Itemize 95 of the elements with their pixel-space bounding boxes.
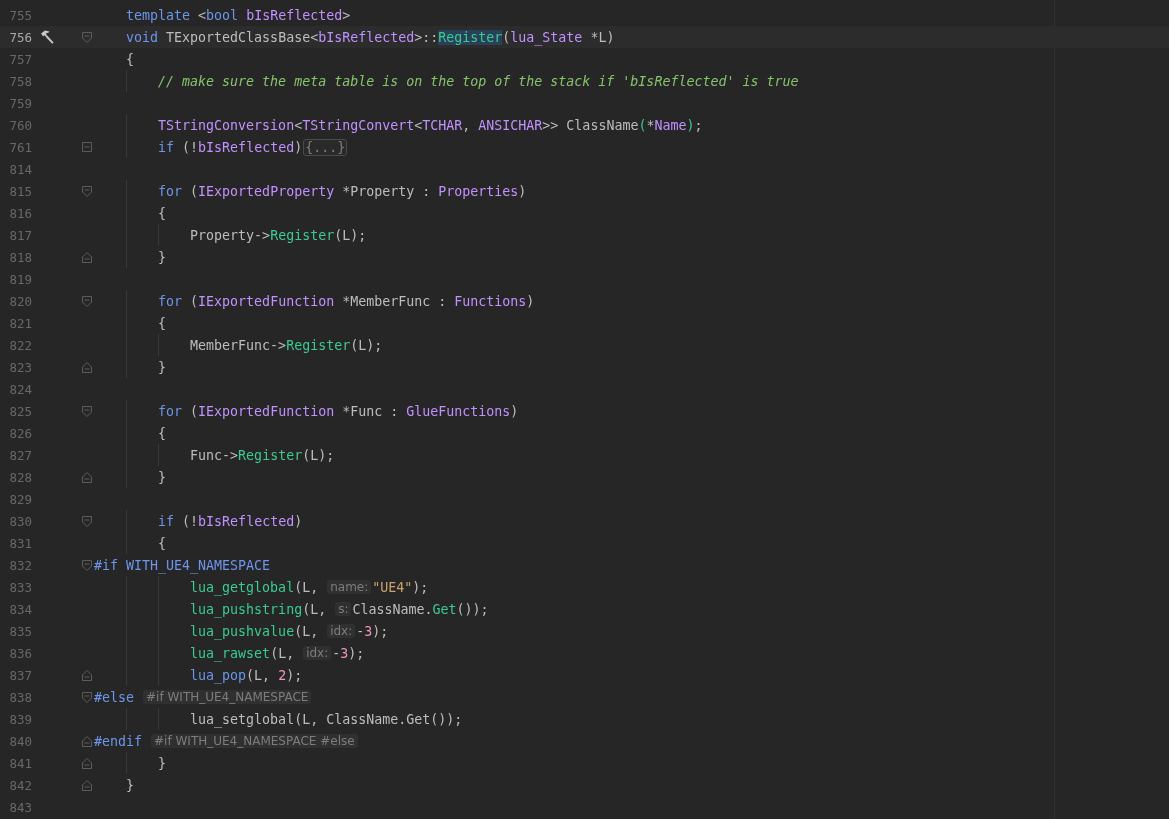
code-text: #else xyxy=(94,689,136,705)
code-text: { xyxy=(157,535,167,551)
code-text: } xyxy=(157,359,167,375)
line-number: 759 xyxy=(8,95,32,111)
expand-marker-icon[interactable] xyxy=(82,142,92,152)
line-number: 834 xyxy=(8,601,32,617)
line-number: 757 xyxy=(8,51,32,67)
code-text: lua_pushstring(L, xyxy=(189,601,328,617)
line-number: 837 xyxy=(8,667,32,683)
fold-marker-icon[interactable] xyxy=(82,185,92,197)
line-number: 822 xyxy=(8,337,32,353)
line-number: 833 xyxy=(8,579,32,595)
code-text: -3); xyxy=(332,645,365,661)
folded-code-badge[interactable]: {...} xyxy=(303,138,348,156)
line-number: 758 xyxy=(8,73,32,89)
line-number: 820 xyxy=(8,293,32,309)
code-text: { xyxy=(125,51,135,67)
code-text: lua_setglobal(L, ClassName.Get()); xyxy=(189,711,463,727)
code-text: if (!bIsReflected) xyxy=(157,139,303,155)
fold-marker-icon[interactable] xyxy=(82,471,92,483)
fold-marker-icon[interactable] xyxy=(82,361,92,373)
line-number: 821 xyxy=(8,315,32,331)
line-number: 814 xyxy=(8,161,32,177)
code-text: lua_pop(L, 2); xyxy=(189,667,303,683)
fold-marker-icon[interactable] xyxy=(82,669,92,681)
line-number: 818 xyxy=(8,249,32,265)
line-number: 816 xyxy=(8,205,32,221)
line-number: 761 xyxy=(8,139,32,155)
line-number: 827 xyxy=(8,447,32,463)
line-number: 838 xyxy=(8,689,32,705)
line-number: 836 xyxy=(8,645,32,661)
inlay-hint: name: xyxy=(327,580,372,594)
line-number: 828 xyxy=(8,469,32,485)
inlay-hint: #if WITH_UE4_NAMESPACE xyxy=(143,690,312,704)
fold-marker-icon[interactable] xyxy=(82,515,92,527)
code-text: template <bool bIsReflected> xyxy=(125,7,351,23)
code-text: } xyxy=(157,755,167,771)
line-number: 839 xyxy=(8,711,32,727)
code-text: ClassName.Get()); xyxy=(352,601,489,617)
hammer-icon[interactable] xyxy=(39,29,55,45)
inlay-hint: idx: xyxy=(327,624,356,638)
inlay-hint: s: xyxy=(335,602,352,616)
fold-marker-icon[interactable] xyxy=(82,735,92,747)
fold-marker-icon[interactable] xyxy=(82,251,92,263)
code-text: if (!bIsReflected) xyxy=(157,513,303,529)
code-text: { xyxy=(157,315,167,331)
inlay-hint: #if WITH_UE4_NAMESPACE #else xyxy=(151,734,358,748)
code-text: #endif xyxy=(94,733,144,749)
code-text: TStringConversion<TStringConvert<TCHAR, ANSICHAR>> ClassName(*Name); xyxy=(157,117,703,133)
line-number: 815 xyxy=(8,183,32,199)
code-text: { xyxy=(157,425,167,441)
line-number: 819 xyxy=(8,271,32,287)
line-number: 831 xyxy=(8,535,32,551)
line-number: 817 xyxy=(8,227,32,243)
line-number: 756 xyxy=(8,29,32,45)
code-text: } xyxy=(157,249,167,265)
line-number: 842 xyxy=(8,777,32,793)
code-text: Property->Register(L); xyxy=(189,227,367,243)
fold-marker-icon[interactable] xyxy=(82,757,92,769)
inlay-hint: idx: xyxy=(303,646,332,660)
line-number: 755 xyxy=(8,7,32,23)
fold-marker-icon[interactable] xyxy=(82,779,92,791)
line-number: 760 xyxy=(8,117,32,133)
code-text: lua_getglobal(L, xyxy=(189,579,320,595)
code-text: for (IExportedProperty *Property : Properties) xyxy=(157,183,527,199)
fold-marker-icon[interactable] xyxy=(82,295,92,307)
line-number: 840 xyxy=(8,733,32,749)
line-number: 826 xyxy=(8,425,32,441)
line-number: 841 xyxy=(8,755,32,771)
line-number: 829 xyxy=(8,491,32,507)
fold-marker-icon[interactable] xyxy=(82,31,92,43)
fold-marker-icon[interactable] xyxy=(82,405,92,417)
fold-marker-icon[interactable] xyxy=(82,559,92,571)
code-text: } xyxy=(125,777,135,793)
fold-marker-icon[interactable] xyxy=(82,691,92,703)
code-text: #if WITH_UE4_NAMESPACE xyxy=(94,557,271,573)
line-number: 830 xyxy=(8,513,32,529)
code-text: for (IExportedFunction *Func : GlueFunctions) xyxy=(157,403,519,419)
line-number: 843 xyxy=(8,799,32,815)
code-text: void TExportedClassBase<bIsReflected>::Register(lua_State *L) xyxy=(125,29,615,45)
code-text: "UE4"); xyxy=(372,579,429,595)
code-text: { xyxy=(157,205,167,221)
code-text: } xyxy=(157,469,167,485)
code-text: // make sure the meta table is on the top of the stack if 'bIsReflected' is true xyxy=(157,73,799,89)
line-number: 832 xyxy=(8,557,32,573)
line-number: 825 xyxy=(8,403,32,419)
code-text: lua_rawset(L, xyxy=(189,645,296,661)
code-text: lua_pushvalue(L, xyxy=(189,623,320,639)
code-text: -3); xyxy=(356,623,389,639)
line-number: 835 xyxy=(8,623,32,639)
line-number: 823 xyxy=(8,359,32,375)
line-number: 824 xyxy=(8,381,32,397)
code-text: Func->Register(L); xyxy=(189,447,335,463)
code-text: MemberFunc->Register(L); xyxy=(189,337,383,353)
code-text: for (IExportedFunction *MemberFunc : Functions) xyxy=(157,293,535,309)
